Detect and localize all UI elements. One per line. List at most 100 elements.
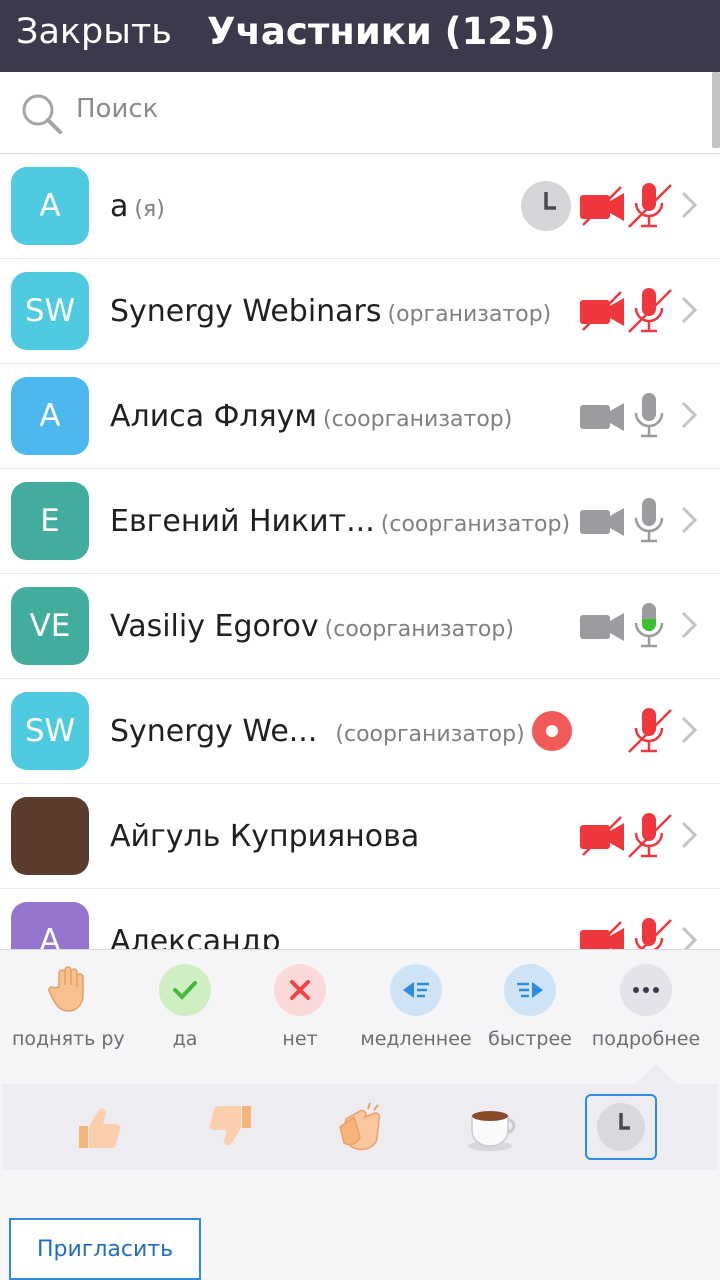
cross-icon (290, 980, 310, 1000)
participant-row[interactable]: A Александр (0, 889, 720, 949)
reaction-label: поднять руку (12, 1028, 124, 1050)
more-button[interactable]: подробнее (590, 964, 702, 1050)
chevron-right-icon[interactable] (680, 505, 698, 535)
invite-button[interactable]: Пригласить (9, 1218, 201, 1280)
participant-role: (соорганизатор) (380, 512, 571, 537)
chevron-right-icon[interactable] (680, 295, 698, 325)
chevron-right-icon[interactable] (680, 715, 698, 745)
search-bar (0, 72, 720, 154)
mic-muted-icon (628, 183, 672, 228)
no-button[interactable]: нет (245, 964, 355, 1050)
participant-role: (соорганизатор) (324, 617, 514, 642)
participant-name: Synergy Webinars (110, 294, 382, 329)
chevron-right-icon[interactable] (680, 820, 698, 850)
coffee-cup-button[interactable] (456, 1094, 528, 1160)
avatar: VE (11, 587, 89, 665)
participant-row[interactable]: SW Synergy We... (соорганизатор) (0, 679, 720, 784)
participant-role: (организатор) (387, 302, 552, 327)
participant-name: Алиса Фляум (110, 399, 318, 434)
mic-muted-icon (628, 813, 672, 858)
faster-icon (517, 982, 543, 998)
participant-name: Synergy We... (110, 714, 318, 749)
panel-pointer (636, 1064, 676, 1084)
participant-name: Евгений Никит... (110, 504, 375, 539)
video-off-icon (580, 921, 624, 949)
thumbs-down-button[interactable] (196, 1094, 268, 1160)
avatar-initials: E (40, 503, 60, 539)
close-button[interactable]: Закрыть (16, 10, 172, 54)
reaction-label: нет (282, 1028, 318, 1050)
thumbs-down-icon (209, 1105, 251, 1146)
more-icon (633, 987, 659, 993)
search-input[interactable] (76, 94, 636, 124)
check-icon (173, 981, 197, 1000)
raise-hand-icon (48, 966, 84, 1012)
video-icon (580, 613, 624, 641)
reaction-label: да (172, 1028, 198, 1050)
top-bar: Закрыть Участники (125) (0, 0, 720, 72)
avatar: SW (11, 692, 89, 770)
mic-icon (634, 498, 664, 543)
avatar: A (11, 902, 89, 949)
participant-row[interactable]: VE Vasiliy Egorov (соорганизатор) (0, 574, 720, 679)
avatar (11, 797, 89, 875)
participant-role: (соорганизатор) (323, 407, 513, 432)
participant-name: a (110, 189, 129, 224)
video-off-icon (580, 186, 624, 226)
clock-icon (597, 1103, 645, 1151)
page-title: Участники (125) (207, 10, 556, 53)
clapping-hands-icon (339, 1102, 381, 1151)
chevron-right-icon[interactable] (680, 610, 698, 640)
participant-row[interactable]: A Алиса Фляум (соорганизатор) (0, 364, 720, 469)
record-icon (532, 711, 572, 751)
scrollbar[interactable] (712, 72, 720, 148)
participant-name: Айгуль Куприянова (110, 819, 420, 854)
avatar-initials: A (39, 923, 61, 949)
avatar-initials: VE (29, 608, 71, 644)
reaction-label: быстрее (488, 1028, 572, 1050)
slower-button[interactable]: медленнее (360, 964, 472, 1050)
participant-row[interactable]: Айгуль Куприянова (0, 784, 720, 889)
reactions-panel: поднять руку да нет медленнее быстрее по… (0, 949, 720, 1280)
thumbs-up-icon (79, 1108, 121, 1149)
participant-name: Vasiliy Egorov (110, 609, 319, 644)
avatar-initials: SW (24, 293, 76, 329)
participant-role: (я) (134, 197, 165, 222)
chevron-right-icon[interactable] (680, 190, 698, 220)
reaction-label: подробнее (591, 1028, 701, 1050)
mic-icon (634, 603, 664, 648)
clapping-hands-button[interactable] (324, 1094, 396, 1160)
participant-name: Александр (110, 924, 281, 949)
thumbs-up-button[interactable] (62, 1094, 134, 1160)
avatar: A (11, 377, 89, 455)
participant-row[interactable]: A a (я) (0, 154, 720, 259)
participant-row[interactable]: E Евгений Никит... (соорганизатор) (0, 469, 720, 574)
faster-button[interactable]: быстрее (475, 964, 585, 1050)
video-off-icon (580, 291, 624, 331)
clock-button[interactable] (585, 1094, 657, 1160)
avatar-initials: SW (24, 713, 76, 749)
chevron-right-icon[interactable] (680, 400, 698, 430)
mic-muted-icon (628, 288, 672, 333)
reaction-label: медленнее (360, 1028, 472, 1050)
avatar-initials: A (39, 188, 61, 224)
participants-list: A a (я) SW Synergy Webinars (организатор) … (0, 154, 720, 949)
coffee-cup-icon (468, 1111, 516, 1151)
clock-icon (521, 181, 571, 231)
video-off-icon (580, 816, 624, 856)
avatar: E (11, 482, 89, 560)
video-icon (580, 403, 624, 431)
avatar: A (11, 167, 89, 245)
participant-row[interactable]: SW Synergy Webinars (организатор) (0, 259, 720, 364)
raise-hand-button[interactable]: поднять руку (12, 964, 125, 1050)
yes-button[interactable]: да (130, 964, 240, 1050)
slower-icon (403, 982, 429, 998)
emoji-panel (2, 1084, 718, 1170)
mic-icon (634, 393, 664, 438)
mic-muted-icon (634, 918, 672, 949)
video-icon (580, 508, 624, 536)
participant-role: (соорганизатор) (335, 722, 525, 747)
search-icon (22, 94, 62, 134)
mic-muted-icon (628, 708, 672, 753)
chevron-right-icon[interactable] (680, 925, 698, 949)
